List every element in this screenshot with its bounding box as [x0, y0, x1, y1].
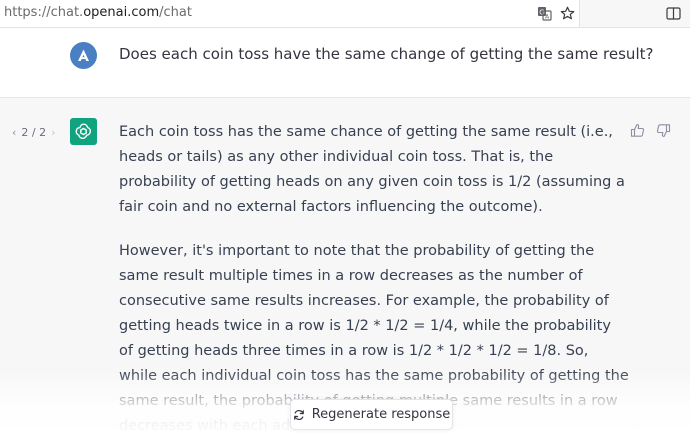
thumbs-up-icon[interactable]	[629, 122, 645, 138]
user-avatar-icon	[78, 49, 89, 61]
user-avatar	[70, 42, 97, 69]
browser-toolbar: https://chat.openai.com/chat GA	[0, 0, 690, 28]
next-response-button[interactable]: ›	[51, 126, 55, 139]
answer-text: Each coin toss has the same chance of ge…	[119, 120, 629, 438]
response-pager: ‹ 2 / 2 ›	[12, 126, 56, 139]
thumbs-down-icon[interactable]	[655, 122, 671, 138]
bookmark-star-icon[interactable]	[559, 5, 576, 22]
translate-icon[interactable]: GA	[536, 5, 553, 22]
answer-paragraph: Each coin toss has the same chance of ge…	[119, 124, 625, 215]
svg-text:G: G	[539, 9, 544, 17]
openai-logo-icon	[75, 123, 92, 140]
assistant-avatar	[70, 118, 97, 145]
regenerate-label: Regenerate response	[311, 407, 451, 422]
user-message: Does each coin toss have the same change…	[0, 28, 690, 98]
response-page-label: 2 / 2	[21, 126, 47, 139]
assistant-message: ‹ 2 / 2 › Each coin toss has the same ch…	[0, 98, 690, 438]
regenerate-response-button[interactable]: Regenerate response	[290, 399, 453, 430]
sidebar-toggle-icon[interactable]	[665, 5, 682, 22]
address-bar[interactable]: https://chat.openai.com/chat	[0, 0, 580, 27]
previous-response-button[interactable]: ‹	[12, 126, 16, 139]
question-text: Does each coin toss have the same change…	[119, 45, 654, 63]
url-text[interactable]: https://chat.openai.com/chat	[4, 5, 192, 20]
refresh-icon	[293, 409, 304, 420]
